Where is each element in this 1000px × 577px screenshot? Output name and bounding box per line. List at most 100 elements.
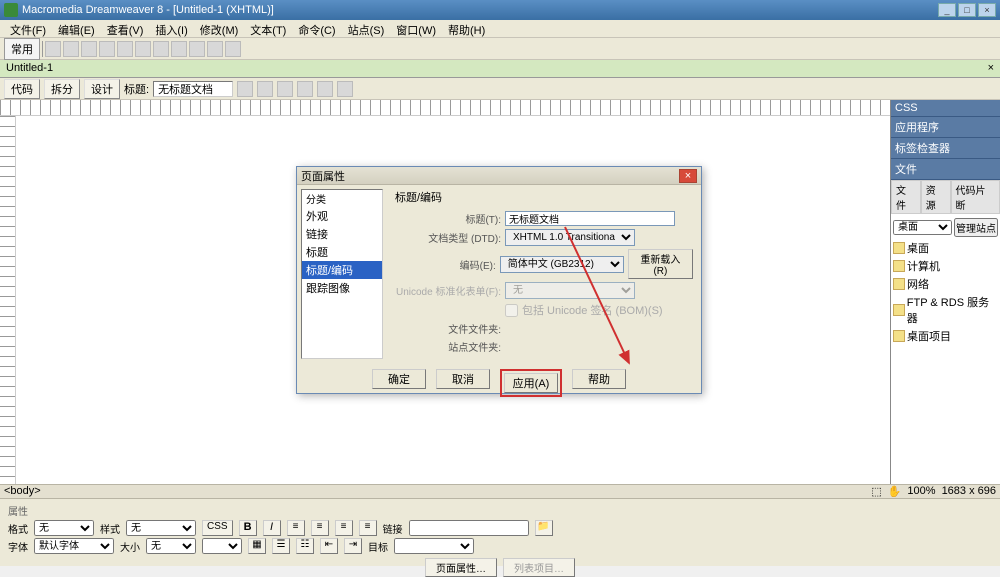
image-icon[interactable] [117,41,133,57]
size-select[interactable]: 无 [146,538,196,554]
menu-item-6[interactable]: 命令(C) [292,20,341,37]
align-center-icon[interactable]: ≡ [311,520,329,536]
tree-item[interactable]: 桌面项目 [893,327,998,345]
browser-check-icon[interactable] [237,81,253,97]
size-unit-select[interactable] [202,538,242,554]
desktop-icon [893,242,905,254]
manage-sites-button[interactable]: 管理站点 [954,218,998,237]
font-select[interactable]: 默认字体 [34,538,114,554]
unicode-norm-label: Unicode 标准化表单(F): [395,283,501,298]
close-window-button[interactable]: × [978,3,996,17]
tag-body[interactable]: <body> [4,485,41,498]
target-select[interactable] [394,538,474,554]
page-properties-button[interactable]: 页面属性… [425,558,497,577]
menu-item-9[interactable]: 帮助(H) [442,20,491,37]
dialog-close-button[interactable]: × [679,169,697,183]
italic-button[interactable]: I [263,520,281,536]
bom-checkbox [505,304,518,317]
menu-item-8[interactable]: 窗口(W) [390,20,442,37]
computer-icon [893,260,905,272]
align-left-icon[interactable]: ≡ [287,520,305,536]
menu-item-4[interactable]: 修改(M) [194,20,245,37]
email-icon[interactable] [63,41,79,57]
category-item[interactable]: 标题 [302,243,382,261]
properties-header[interactable]: 属性 [8,503,992,518]
template-icon[interactable] [207,41,223,57]
maximize-button[interactable]: □ [958,3,976,17]
category-item[interactable]: 跟踪图像 [302,279,382,297]
files-tab-files[interactable]: 文件 [891,180,921,214]
align-right-icon[interactable]: ≡ [335,520,353,536]
dtd-select[interactable]: XHTML 1.0 Transitional [505,229,635,246]
menu-item-5[interactable]: 文本(T) [244,20,292,37]
link-label: 链接 [383,521,403,536]
code-view-button[interactable]: 代码 [4,79,40,99]
tree-item[interactable]: 网络 [893,275,998,293]
bold-button[interactable]: B [239,520,257,536]
css-button[interactable]: CSS [202,520,233,536]
zoom-level[interactable]: 100% [907,485,935,498]
panel-tag-inspector[interactable]: 标签检查器 [891,138,1000,159]
indent-icon[interactable]: ⇥ [344,538,362,554]
select-tool-icon[interactable]: ⬚ [871,485,881,498]
file-mgmt-icon[interactable] [277,81,293,97]
design-view-button[interactable]: 设计 [84,79,120,99]
tree-item[interactable]: 桌面 [893,239,998,257]
text-color-icon[interactable]: ▦ [248,538,266,554]
dialog-title-input[interactable] [505,211,675,226]
hand-tool-icon[interactable]: ✋ [888,485,902,498]
doc-close-icon[interactable]: × [988,62,994,75]
outdent-icon[interactable]: ⇤ [320,538,338,554]
ok-button[interactable]: 确定 [372,369,426,389]
apply-button[interactable]: 应用(A) [504,373,558,393]
link-folder-icon[interactable]: 📁 [535,520,553,536]
panel-files[interactable]: 文件 [891,159,1000,180]
category-item[interactable]: 外观 [302,207,382,225]
list-ol-icon[interactable]: ☷ [296,538,314,554]
format-select[interactable]: 无 [34,520,94,536]
tree-item[interactable]: 计算机 [893,257,998,275]
style-select[interactable]: 无 [126,520,196,536]
refresh-icon[interactable] [317,81,333,97]
tag-icon[interactable] [225,41,241,57]
menu-item-7[interactable]: 站点(S) [342,20,391,37]
unicode-norm-select: 无 [505,282,635,299]
view-options-icon[interactable] [337,81,353,97]
cancel-button[interactable]: 取消 [436,369,490,389]
help-button[interactable]: 帮助 [572,369,626,389]
tree-item[interactable]: FTP & RDS 服务器 [893,293,998,327]
list-item-button[interactable]: 列表项目… [503,558,575,577]
files-tab-assets[interactable]: 资源 [921,180,951,214]
list-ul-icon[interactable]: ☰ [272,538,290,554]
title-field-label: 标题(T): [395,211,501,226]
panel-application[interactable]: 应用程序 [891,117,1000,138]
hyperlink-icon[interactable] [45,41,61,57]
validate-icon[interactable] [257,81,273,97]
menu-item-1[interactable]: 编辑(E) [52,20,101,37]
category-item[interactable]: 标题/编码 [302,261,382,279]
split-view-button[interactable]: 拆分 [44,79,80,99]
date-icon[interactable] [153,41,169,57]
title-input[interactable] [153,81,233,97]
minimize-button[interactable]: _ [938,3,956,17]
table-icon[interactable] [99,41,115,57]
align-justify-icon[interactable]: ≡ [359,520,377,536]
files-tab-snippets[interactable]: 代码片断 [951,180,1000,214]
site-select[interactable]: 桌面 [893,220,952,235]
link-input[interactable] [409,520,529,536]
category-item[interactable]: 链接 [302,225,382,243]
document-tab[interactable]: Untitled-1 × [0,60,1000,78]
menu-item-3[interactable]: 插入(I) [149,20,193,37]
tab-common[interactable]: 常用 [4,38,40,60]
panel-css[interactable]: CSS [891,100,1000,117]
anchor-icon[interactable] [81,41,97,57]
encoding-select[interactable]: 简体中文 (GB2312) [500,256,624,273]
preview-icon[interactable] [297,81,313,97]
size-label: 大小 [120,539,140,554]
reload-button[interactable]: 重新载入(R) [628,249,693,279]
server-icon[interactable] [171,41,187,57]
menu-item-2[interactable]: 查看(V) [101,20,150,37]
menu-item-0[interactable]: 文件(F) [4,20,52,37]
media-icon[interactable] [135,41,151,57]
comment-icon[interactable] [189,41,205,57]
